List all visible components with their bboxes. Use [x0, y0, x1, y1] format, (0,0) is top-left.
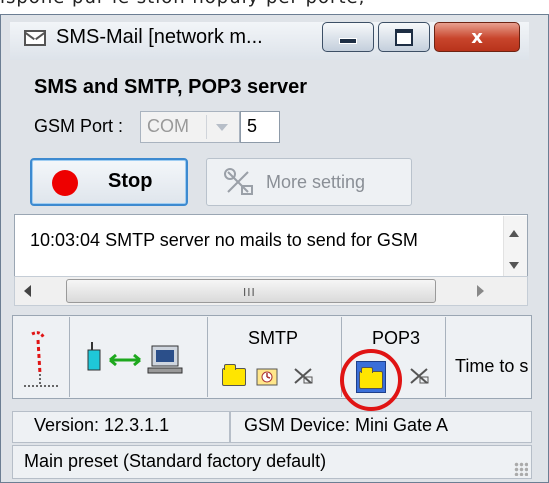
version-text: Version: 12.3.1.1	[34, 415, 170, 435]
preset-text: Main preset (Standard factory default)	[24, 451, 327, 471]
more-setting-label: More setting	[266, 172, 366, 192]
scroll-up-icon[interactable]	[509, 230, 519, 237]
port-type-value: COM	[147, 116, 189, 136]
scroll-down-icon[interactable]	[509, 262, 519, 269]
tools-icon	[224, 168, 253, 195]
scroll-thumb-grip: III	[243, 286, 256, 299]
window-title: SMS-Mail [network m...	[56, 26, 263, 48]
panel-title: SMS and SMTP, POP3 server	[34, 76, 308, 98]
maximize-icon	[395, 28, 413, 46]
minimize-button[interactable]	[322, 22, 374, 52]
combo-separator	[206, 115, 207, 139]
smtp-tools-icon[interactable]	[292, 366, 314, 386]
stop-record-icon	[52, 170, 78, 196]
scroll-left-icon[interactable]	[24, 285, 31, 297]
close-icon: x	[471, 26, 483, 48]
log-line: 10:03:04 SMTP server no mails to send fo…	[30, 230, 418, 250]
time-to-send-label: Time to s	[455, 356, 529, 376]
chevron-down-icon[interactable]	[216, 124, 228, 131]
highlight-circle-annotation	[340, 349, 402, 411]
device-text: GSM Device: Mini Gate A	[244, 415, 449, 435]
pop3-label: POP3	[372, 328, 421, 348]
stop-button-label: Stop	[108, 170, 153, 192]
background-caption-text: ispone pur le stion nopuly per porte,	[0, 0, 365, 8]
smtp-folder-icon[interactable]	[222, 364, 246, 386]
maximize-button[interactable]	[378, 22, 430, 52]
gsm-port-number-field[interactable]: 5	[240, 111, 280, 143]
resize-grip-icon[interactable]	[514, 462, 528, 476]
pop3-tools-icon[interactable]	[408, 366, 430, 386]
smtp-label: SMTP	[248, 328, 299, 348]
close-button[interactable]: x	[434, 22, 520, 52]
scroll-right-icon[interactable]	[477, 285, 484, 297]
connection-status-icon	[87, 342, 183, 374]
minimize-icon	[339, 38, 357, 44]
signal-tower-icon	[24, 331, 60, 387]
smtp-clock-icon[interactable]	[256, 366, 278, 386]
mail-envelope-icon	[24, 30, 46, 46]
gsm-port-label: GSM Port :	[34, 116, 124, 136]
